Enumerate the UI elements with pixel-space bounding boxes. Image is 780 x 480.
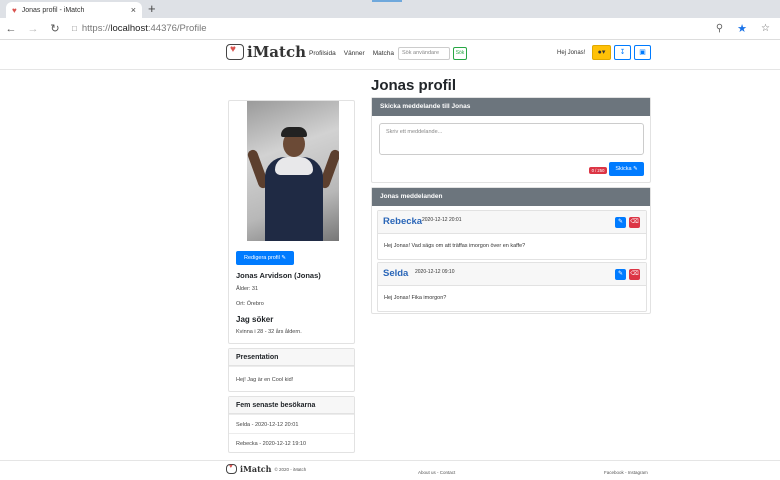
profile-card: Redigera profil ✎ Jonas Arvidson (Jonas)…: [228, 100, 355, 344]
browser-tab[interactable]: ♥ Jonas profil - iMatch ×: [6, 2, 142, 18]
tab-close-icon[interactable]: ×: [131, 5, 136, 15]
delete-message-button[interactable]: ⌫: [629, 269, 640, 280]
messages-heading: Jonas meddelanden: [372, 188, 650, 206]
download-button[interactable]: ↧: [614, 45, 631, 60]
message-author[interactable]: Rebecka: [383, 216, 422, 227]
messages-panel: Jonas meddelanden Rebecka 2020-12-12 20:…: [371, 187, 651, 314]
nav-links: Profilsida Vänner Matcha: [309, 50, 394, 57]
tab-title: Jonas profil - iMatch: [21, 6, 85, 14]
seeking-heading: Jag söker: [236, 315, 274, 324]
message-date: 2020-12-12 09:10: [415, 269, 455, 275]
nav-link-vanner[interactable]: Vänner: [344, 50, 365, 57]
search-button[interactable]: Sök: [453, 47, 467, 60]
user-search-input[interactable]: Sök användare: [398, 47, 450, 60]
edit-profile-button[interactable]: Redigera profil ✎: [236, 251, 294, 265]
message-author[interactable]: Selda: [383, 268, 408, 279]
favorites-icon[interactable]: ☆: [761, 23, 770, 34]
heart-chat-icon: [226, 44, 244, 60]
char-count-badge: 0 / 250: [589, 167, 607, 174]
trash-icon: ⌫: [630, 219, 639, 225]
browser-tab-bar: ♥ Jonas profil - iMatch × +: [0, 0, 780, 18]
address-bar: ← → ↻ □ https://localhost:44376/Profile …: [0, 18, 780, 40]
visitors-heading: Fem senaste besökarna: [229, 397, 354, 414]
visitors-card: Fem senaste besökarna Selda - 2020-12-12…: [228, 396, 355, 453]
forward-icon[interactable]: →: [22, 23, 44, 35]
site-logo[interactable]: iMatch: [226, 43, 306, 61]
delete-message-button[interactable]: ⌫: [629, 217, 640, 228]
message-text: Hej Jonas! Vad sägs om att träffas imorg…: [384, 243, 526, 249]
back-icon[interactable]: ←: [0, 23, 22, 35]
nav-link-profilsida[interactable]: Profilsida: [309, 50, 336, 57]
footer-links-social[interactable]: Facebook - Instagram: [604, 470, 648, 475]
visitor-item[interactable]: Selda - 2020-12-12 20:01: [229, 414, 354, 433]
greeting: Hej Jonas!: [557, 50, 586, 56]
footer-logo[interactable]: iMatch © 2020 - iMatch: [226, 464, 306, 474]
edit-message-button[interactable]: ✎: [615, 269, 626, 280]
pencil-icon: ✎: [281, 255, 286, 261]
heart-chat-icon: ♥: [12, 5, 17, 15]
nav-link-matcha[interactable]: Matcha: [373, 50, 394, 57]
url-field[interactable]: https://localhost:44376/Profile: [82, 23, 207, 34]
site-navbar: iMatch Profilsida Vänner Matcha Sök anvä…: [0, 40, 780, 70]
profile-photo: [247, 101, 339, 241]
presentation-text: Hej! Jag är en Cool kid!: [229, 366, 354, 391]
site-footer: iMatch © 2020 - iMatch About us - Contac…: [0, 460, 780, 480]
presentation-card: Presentation Hej! Jag är en Cool kid!: [228, 348, 355, 392]
edit-icon: ✎: [633, 166, 638, 172]
seeking-text: Kvinna i 28 - 32 års åldern.: [236, 329, 302, 335]
trash-icon: ⌫: [630, 271, 639, 277]
bell-icon: ●▾: [597, 49, 606, 56]
message-input[interactable]: Skriv ett meddelande...: [379, 123, 644, 155]
pencil-icon: ✎: [617, 219, 624, 225]
send-message-panel: Skicka meddelande till Jonas Skriv ett m…: [371, 97, 651, 183]
message-date: 2020-12-12 20:01: [422, 217, 462, 223]
profile-name: Jonas Arvidson (Jonas): [236, 271, 321, 280]
new-tab-button[interactable]: +: [148, 1, 156, 16]
message-card: Selda 2020-12-12 09:10 ✎ ⌫ Hej Jonas! Fi…: [377, 262, 647, 312]
visitor-item[interactable]: Rebecka - 2020-12-12 19:10: [229, 433, 354, 452]
logout-button[interactable]: ▣: [634, 45, 651, 60]
presentation-heading: Presentation: [229, 349, 354, 366]
notifications-button[interactable]: ●▾: [592, 45, 611, 60]
copyright: © 2020 - iMatch: [274, 466, 307, 472]
send-button[interactable]: Skicka ✎: [609, 162, 644, 176]
star-icon[interactable]: ★: [737, 22, 747, 35]
footer-links-about[interactable]: About us - Contact: [418, 470, 455, 475]
profile-age: Ålder: 31: [236, 286, 259, 292]
profile-city: Ort: Örebro: [236, 301, 264, 307]
message-text: Hej Jonas! Fika imorgon?: [384, 295, 447, 301]
browser-actions: ⚲ ★ ☆: [716, 22, 780, 35]
page-title: Jonas profil: [371, 77, 457, 94]
tab-strip-accent: [372, 0, 402, 2]
pencil-icon: ✎: [617, 271, 624, 277]
edit-message-button[interactable]: ✎: [615, 217, 626, 228]
lock-icon[interactable]: □: [72, 24, 77, 33]
zoom-icon[interactable]: ⚲: [716, 23, 723, 34]
lock-icon: ▣: [639, 49, 646, 56]
heart-chat-icon: [226, 464, 237, 474]
send-panel-heading: Skicka meddelande till Jonas: [372, 98, 650, 116]
download-icon: ↧: [619, 49, 626, 56]
reload-icon[interactable]: ↻: [44, 22, 66, 35]
message-card: Rebecka 2020-12-12 20:01 ✎ ⌫ Hej Jonas! …: [377, 210, 647, 260]
